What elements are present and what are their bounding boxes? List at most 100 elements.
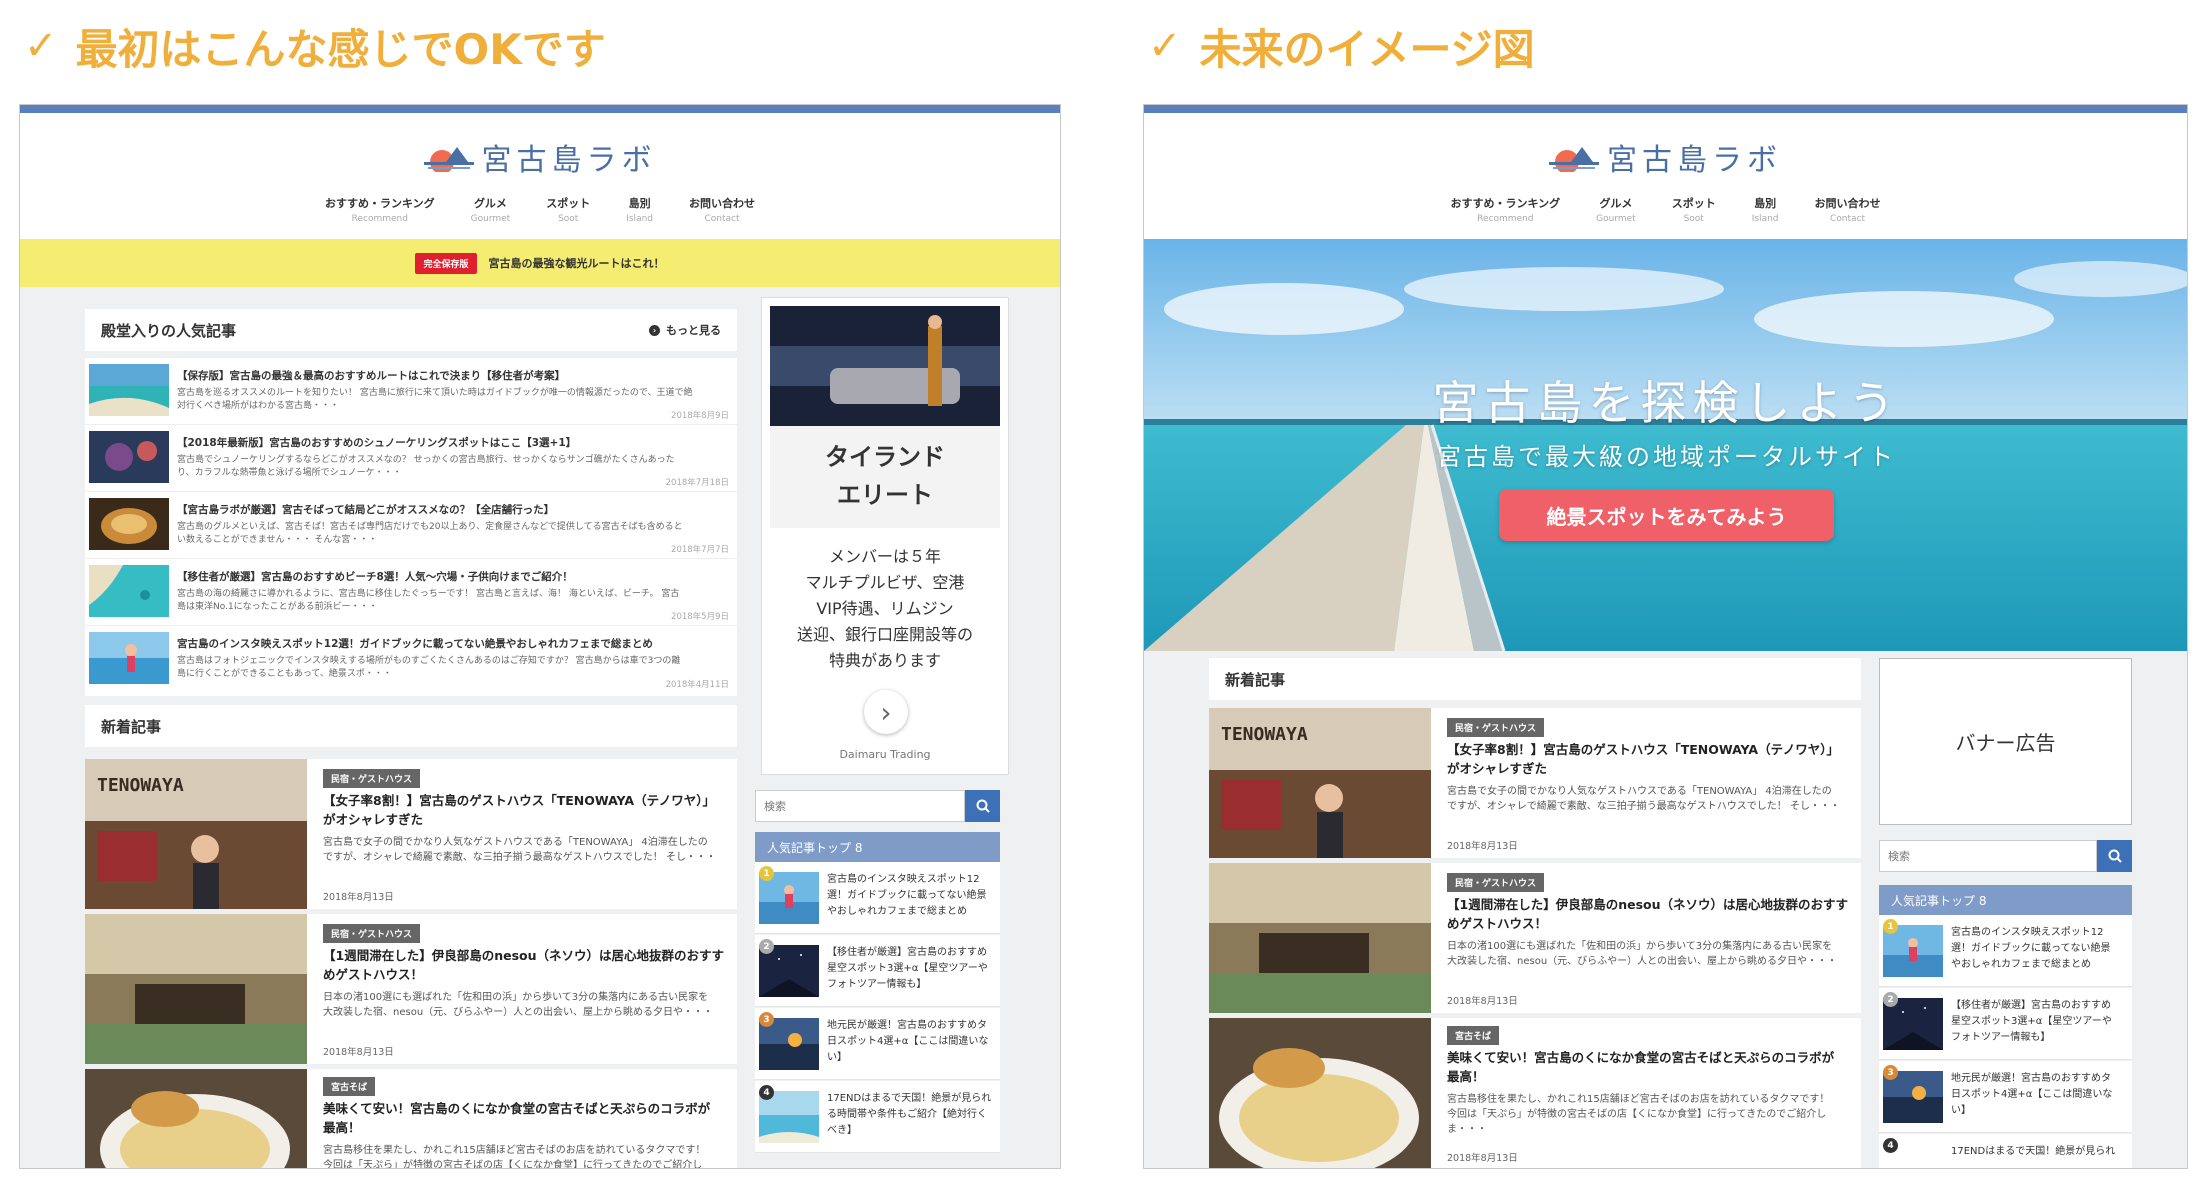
ranking-title-line: い】 [1951, 1105, 1971, 1116]
ranking-title: 宮古島のインスタ映えスポット12 選！ガイドブックに載ってない絶景 やおしゃれカフェ… [1951, 925, 2127, 973]
nav-label: おすすめ・ランキング [324, 197, 435, 210]
ranking-title: 地元民が厳選！宮古島のおすすめタ 日スポット4選+α【ここは間違いな い】 [827, 1018, 997, 1066]
popular-item-title: 【保存版】宮古島の最強＆最高のおすすめルートはこれで決まり【移住者が考案】 [177, 370, 566, 382]
search-input[interactable]: 検索 [755, 790, 965, 822]
category-badge[interactable]: 民宿・ゲストハウス [1447, 718, 1545, 737]
article-date: 2018年8月13日 [1447, 996, 1518, 1007]
popular-item-title: 宮古島のインスタ映えスポット12選！ガイドブックに載ってない絶景やおしゃれカフェ… [177, 638, 653, 650]
ranking-item[interactable]: 2 【移住者が厳選】宮古島のおすすめ 星空スポット3選+α【星空ツアーや フォトツア… [755, 935, 1000, 1007]
nav-item-contact[interactable]: お問い合わせ Contact [1815, 195, 1881, 224]
nav-label: お問い合わせ [1814, 197, 1881, 210]
article-excerpt: 日本の渚100選にも選ばれた「佐和田の浜」から歩いて3分の集落内にある古い民家を… [323, 990, 728, 1020]
article-excerpt-line: 今回は「天ぷら」が特徴の宮古そばの店【くになか食堂】に行ってきたのでご紹介し [1447, 1109, 1827, 1120]
ranking-title-line: 地元民が厳選！宮古島のおすすめタ [1951, 1073, 2111, 1084]
nav-item-recommend[interactable]: おすすめ・ランキング Recommend [325, 195, 435, 224]
left-screenshot: 宮古島ラボ おすすめ・ランキング Recommend グルメ Gourmet スポッ… [19, 104, 1061, 1169]
ranking-heading: 人気記事トップ 8 [755, 832, 1000, 862]
ad-block[interactable]: タイランド エリート メンバーは５年 マルチプルビザ、空港 VIP待遇、リムジン 送迎、… [761, 297, 1009, 775]
site-logo[interactable]: 宮古島ラボ [20, 135, 1060, 179]
popular-item[interactable]: 【2018年最新版】宮古島のおすすめのシュノーケリングスポットはここ【3選+1】… [85, 425, 737, 492]
popular-item[interactable]: 【保存版】宮古島の最強＆最高のおすすめルートはこれで決まり【移住者が考案】 宮古島… [85, 358, 737, 425]
article-card[interactable]: TENOWAYA 民宿・ゲストハウス 【女子率8割！】宮古島のゲストハウス「TE… [85, 759, 737, 909]
search-input[interactable]: 検索 [1879, 840, 2097, 872]
hero-cta-button[interactable]: 絶景スポットをみてみよう [1499, 489, 1834, 541]
article-title-line: めゲストハウス！ [323, 967, 424, 982]
nav-sublabel: Gourmet [470, 214, 511, 224]
nav-sublabel: Contact [704, 214, 740, 224]
ad-body-line: 特典があります [828, 651, 941, 670]
popular-item[interactable]: 【移住者が厳選】宮古島のおすすめビーチ8選！人気〜穴場・子供向けまでご紹介！ 宮古… [85, 559, 737, 626]
search-button[interactable] [965, 790, 1000, 822]
article-card[interactable]: 民宿・ゲストハウス 【1週間滞在した】伊良部島のnesou（ネソウ）は居心地抜群… [1209, 863, 1861, 1013]
more-link[interactable]: › もっと見る [649, 322, 721, 338]
article-thumbnail [89, 364, 169, 416]
popular-item-excerpt: 島は東洋No.1になったことがある前浜ビー・・・ [177, 602, 378, 612]
ranking-title-line: 【移住者が厳選】宮古島のおすすめ [827, 947, 987, 958]
ad-body-line: VIP待遇、リムジン [816, 599, 954, 618]
category-badge[interactable]: 宮古そば [323, 1077, 376, 1096]
article-card[interactable]: TENOWAYA 民宿・ゲストハウス 【女子率8割！】宮古島のゲストハウス「TE… [1209, 708, 1861, 858]
article-excerpt-line: ですが、オシャレで綺麗で素敵、な三拍子揃う最高なゲストハウスでした！ そし・・・ [323, 852, 716, 863]
nav-label: グルメ [473, 197, 507, 210]
article-excerpt-line: 宮古島移住を果たし、かれこれ15店舗ほど宮古そばのお店を訪れているタクマです！ [323, 1145, 706, 1156]
rank-badge: 1 [1883, 919, 1898, 934]
nav-item-spot[interactable]: スポット Soot [546, 195, 590, 224]
popular-item-excerpt: り、カラフルな熱帯魚と泳げる場所でシュノーケ・・・ [177, 468, 402, 478]
top-bar [1144, 105, 2187, 113]
notice-bar[interactable]: 完全保存版 宮古島の最強な観光ルートはこれ！ [20, 239, 1060, 287]
ranking-item[interactable]: 4 17ENDはまるで天国！絶景が見られ る時間帯や条件もご紹介【絶対行く べき】 [755, 1081, 1000, 1153]
notice-tag: 完全保存版 [415, 252, 477, 274]
nav-item-gourmet[interactable]: グルメ Gourmet [1596, 195, 1636, 224]
ranking-title-line: 星空スポット3選+α【星空ツアーや [827, 963, 988, 974]
ranking-item[interactable]: 4 17ENDはまるで天国！絶景が見られ [1879, 1134, 2132, 1168]
article-thumbnail [89, 632, 169, 684]
nav-item-contact[interactable]: お問い合わせ Contact [689, 195, 755, 224]
ranking-title-line: い】 [827, 1052, 847, 1063]
article-title-line: 最高！ [323, 1120, 361, 1135]
banner-ad[interactable]: バナー広告 [1879, 658, 2132, 825]
ranking-title-line: 星空スポット3選+α【星空ツアーや [1951, 1016, 2112, 1027]
nav-item-recommend[interactable]: おすすめ・ランキング Recommend [1450, 195, 1560, 224]
site-logo[interactable]: 宮古島ラボ [1144, 135, 2187, 179]
article-title-line: めゲストハウス！ [1447, 916, 1548, 931]
category-badge[interactable]: 民宿・ゲストハウス [323, 924, 421, 943]
popular-item-title: 【移住者が厳選】宮古島のおすすめビーチ8選！人気〜穴場・子供向けまでご紹介！ [177, 571, 573, 583]
article-card[interactable]: 民宿・ゲストハウス 【1週間滞在した】伊良部島のnesou（ネソウ）は居心地抜群… [85, 914, 737, 1064]
ranking-item[interactable]: 1 宮古島のインスタ映えスポット12 選！ガイドブックに載ってない絶景 やおしゃれカ… [755, 862, 1000, 934]
ranking-title: 地元民が厳選！宮古島のおすすめタ 日スポット4選+α【ここは間違いな い】 [1951, 1071, 2127, 1119]
hero-section: 宮古島を探検しよう 宮古島で最大級の地域ポータルサイト 絶景スポットをみてみよう [1144, 239, 2187, 651]
category-badge[interactable]: 宮古そば [1447, 1026, 1500, 1045]
logo-mark-icon [423, 147, 474, 172]
article-thumbnail [89, 565, 169, 617]
check-icon: ✓ [24, 23, 58, 69]
nav-item-gourmet[interactable]: グルメ Gourmet [471, 195, 511, 224]
nav-item-island[interactable]: 島別 Island [626, 195, 653, 224]
article-card[interactable]: 宮古そば 美味くて安い！宮古島のくになか食堂の宮古そばと天ぷらのコラボが 最高！ … [85, 1069, 737, 1168]
rank-badge: 4 [1883, 1138, 1898, 1153]
nav-sublabel: Island [626, 214, 653, 224]
article-excerpt-line: 宮古島移住を果たし、かれこれ15店舗ほど宮古そばのお店を訪れているタクマです！ [1447, 1094, 1830, 1105]
category-badge[interactable]: 民宿・ゲストハウス [1447, 873, 1545, 892]
ranking-item[interactable]: 3 地元民が厳選！宮古島のおすすめタ 日スポット4選+α【ここは間違いな い】 [1879, 1061, 2132, 1133]
nav-item-island[interactable]: 島別 Island [1752, 195, 1779, 224]
chevron-right-icon[interactable]: › [864, 690, 908, 734]
ranking-item[interactable]: 1 宮古島のインスタ映えスポット12 選！ガイドブックに載ってない絶景 やおしゃれカ… [1879, 915, 2132, 987]
ranking-title-line: 宮古島のインスタ映えスポット12 [1951, 927, 2104, 938]
search-icon [976, 799, 990, 813]
article-title: 【1週間滞在した】伊良部島のnesou（ネソウ）は居心地抜群のおすす めゲストハウ… [1447, 895, 1852, 933]
article-title-line: 【1週間滞在した】伊良部島のnesou（ネソウ）は居心地抜群のおすす [1447, 897, 1849, 912]
article-excerpt: 日本の渚100選にも選ばれた「佐和田の浜」から歩いて3分の集落内にある古い民家を… [1447, 939, 1852, 969]
ranking-item[interactable]: 2 【移住者が厳選】宮古島のおすすめ 星空スポット3選+α【星空ツアーや フォトツア… [1879, 988, 2132, 1060]
nav-label: お問い合わせ [689, 197, 755, 210]
article-title-line: 【1週間滞在した】伊良部島のnesou（ネソウ）は居心地抜群のおすす [323, 948, 725, 963]
nav-item-spot[interactable]: スポット Soot [1672, 195, 1716, 224]
article-date: 2018年8月13日 [323, 1047, 394, 1058]
category-badge[interactable]: 民宿・ゲストハウス [323, 769, 421, 788]
popular-item[interactable]: 【宮古島ラボが厳選】宮古そばって結局どこがオススメなの？【全店舗行った】 宮古島の… [85, 492, 737, 559]
article-thumbnail [85, 914, 307, 1064]
ranking-title-line: 【移住者が厳選】宮古島のおすすめ [1951, 1000, 2111, 1011]
ranking-item[interactable]: 3 地元民が厳選！宮古島のおすすめタ 日スポット4選+α【ここは間違いな い】 [755, 1008, 1000, 1080]
article-card[interactable]: 宮古そば 美味くて安い！宮古島のくになか食堂の宮古そばと天ぷらのコラボが 最高！ … [1209, 1018, 1861, 1168]
search-button[interactable] [2097, 840, 2132, 872]
popular-item[interactable]: 宮古島のインスタ映えスポット12選！ガイドブックに載ってない絶景やおしゃれカフェ… [85, 626, 737, 693]
